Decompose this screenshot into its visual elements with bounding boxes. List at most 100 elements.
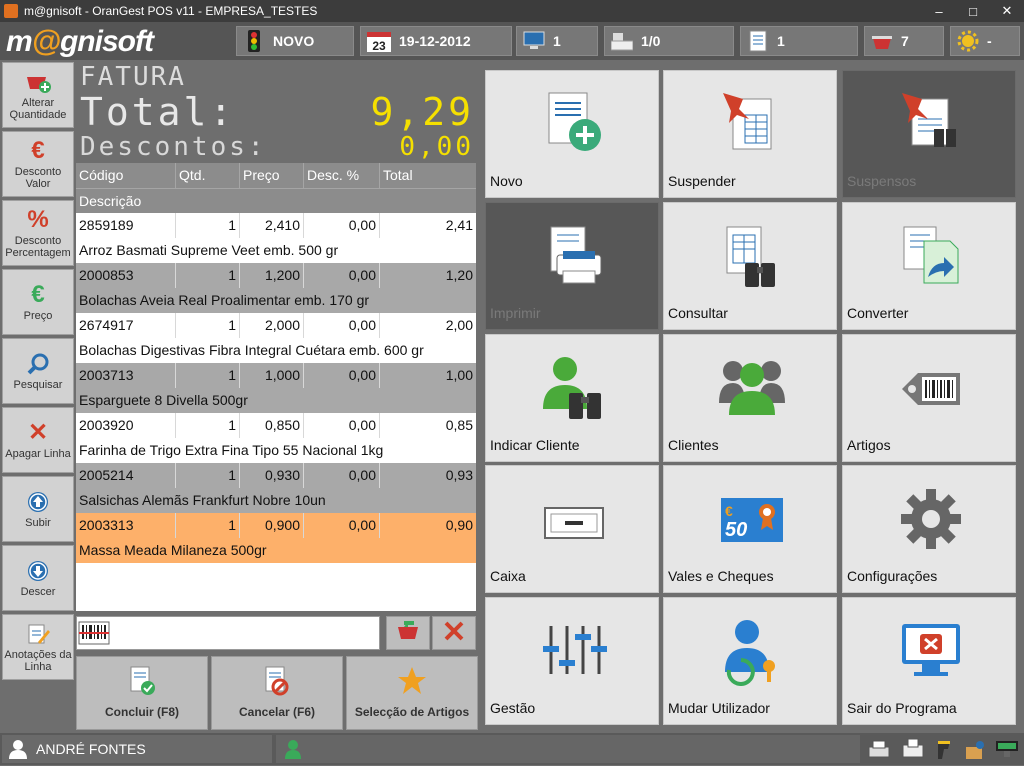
cart-plus-icon xyxy=(24,69,52,95)
table-row[interactable]: 2003920 1 0,850 0,00 0,85 xyxy=(76,413,476,438)
terminal-display[interactable]: 1 xyxy=(516,26,598,56)
date-value: 19-12-2012 xyxy=(399,33,471,49)
current-user[interactable]: ANDRÉ FONTES xyxy=(2,735,272,763)
tile-print[interactable]: Imprimir xyxy=(485,202,659,330)
date-display[interactable]: 23 19-12-2012 xyxy=(360,26,512,56)
barcode-tag-icon xyxy=(898,353,964,423)
tile-change-user[interactable]: Mudar Utilizador xyxy=(663,597,837,725)
display-device-icon[interactable] xyxy=(994,737,1020,761)
delete-icon: ✕ xyxy=(27,419,49,446)
cell-discount: 0,00 xyxy=(304,513,380,538)
discount-percent-button[interactable]: % Desconto Percentagem xyxy=(2,200,74,266)
clear-input-button[interactable] xyxy=(432,616,476,650)
row-description-selected[interactable]: Massa Meada Milaneza 500gr xyxy=(76,538,476,563)
cell-qty: 1 xyxy=(176,313,240,338)
cell-price: 1,000 xyxy=(240,363,304,388)
tile-label: Consultar xyxy=(668,305,728,321)
tile-suspended[interactable]: Suspensos xyxy=(842,70,1016,198)
suspend-pin-icon xyxy=(719,89,785,159)
document-state[interactable]: NOVO xyxy=(236,26,354,56)
cell-discount: 0,00 xyxy=(304,263,380,288)
cell-discount: 0,00 xyxy=(304,313,380,338)
tile-label: Suspensos xyxy=(847,173,917,189)
row-description[interactable]: Arroz Basmati Supreme Veet emb. 500 gr xyxy=(76,238,476,263)
maximize-button[interactable]: □ xyxy=(956,0,990,22)
cell-total: 0,85 xyxy=(445,417,473,433)
cell-code: 2859189 xyxy=(76,213,176,238)
tile-articles[interactable]: Artigos xyxy=(842,334,1016,462)
header-discount[interactable]: Desc. % xyxy=(304,163,380,188)
calendar-icon: 23 xyxy=(367,30,391,52)
tile-cash[interactable]: Caixa xyxy=(485,465,659,593)
item-selection-button[interactable]: Selecção de Artigos xyxy=(346,656,478,730)
receipt-printer-icon[interactable] xyxy=(900,737,926,761)
header-qty[interactable]: Qtd. xyxy=(176,163,240,188)
cell-total: 0,90 xyxy=(445,517,473,533)
tile-settings[interactable]: Configurações xyxy=(842,465,1016,593)
table-row[interactable]: 2005214 1 0,930 0,00 0,93 xyxy=(76,463,476,488)
total-label: Total: xyxy=(80,90,236,134)
search-button[interactable]: Pesquisar xyxy=(2,338,74,404)
delete-line-button[interactable]: ✕ Apagar Linha xyxy=(2,407,74,473)
move-up-button[interactable]: Subir xyxy=(2,476,74,542)
indicate-client-icon xyxy=(541,353,607,423)
tile-vouchers[interactable]: €50 Vales e Cheques xyxy=(663,465,837,593)
row-description[interactable]: Farinha de Trigo Extra Fina Tipo 55 Naci… xyxy=(76,438,476,463)
row-description[interactable]: Esparguete 8 Divella 500gr xyxy=(76,388,476,413)
box-user-icon[interactable] xyxy=(962,737,988,761)
row-description[interactable]: Salsichas Alemãs Frankfurt Nobre 10un xyxy=(76,488,476,513)
row-description[interactable]: Bolachas Digestivas Fibra Integral Cuéta… xyxy=(76,338,476,363)
row-description[interactable]: Bolachas Aveia Real Proalimentar emb. 17… xyxy=(76,288,476,313)
tile-suspend[interactable]: Suspender xyxy=(663,70,837,198)
table-row[interactable]: 2859189 1 2,410 0,00 2,41 xyxy=(76,213,476,238)
scanner-icon[interactable] xyxy=(932,737,958,761)
discount-value: 0,00 xyxy=(399,132,474,162)
minimize-button[interactable]: – xyxy=(922,0,956,22)
table-row[interactable]: 2674917 1 2,000 0,00 2,00 xyxy=(76,313,476,338)
cell-qty: 1 xyxy=(176,363,240,388)
cell-total: 2,41 xyxy=(445,217,473,233)
cash-drawer-icon xyxy=(611,30,633,52)
settings-status[interactable]: - xyxy=(950,26,1020,56)
monitor-icon xyxy=(523,30,545,52)
table-row[interactable]: 2003713 1 1,000 0,00 1,00 xyxy=(76,363,476,388)
tile-management[interactable]: Gestão xyxy=(485,597,659,725)
drawer-display[interactable]: 1/0 xyxy=(604,26,734,56)
document-count[interactable]: 1 xyxy=(740,26,858,56)
sun-gear-icon xyxy=(957,30,979,52)
cell-discount: 0,00 xyxy=(304,413,380,438)
cart-count[interactable]: 7 xyxy=(864,26,944,56)
move-down-button[interactable]: Descer xyxy=(2,545,74,611)
add-to-cart-button[interactable] xyxy=(386,616,430,650)
consult-binoculars-icon xyxy=(719,221,785,291)
svg-text:€: € xyxy=(725,503,733,519)
cancel-button[interactable]: Cancelar (F6) xyxy=(211,656,343,730)
close-button[interactable]: ✕ xyxy=(990,0,1024,22)
table-row[interactable]: 2000853 1 1,200 0,00 1,20 xyxy=(76,263,476,288)
tile-consult[interactable]: Consultar xyxy=(663,202,837,330)
tile-label: Vales e Cheques xyxy=(668,568,774,584)
doc-count-value: 1 xyxy=(777,33,785,49)
line-notes-button[interactable]: Anotações da Linha xyxy=(2,614,74,680)
tile-convert[interactable]: Converter xyxy=(842,202,1016,330)
conclude-button[interactable]: Concluir (F8) xyxy=(76,656,208,730)
discount-value-button[interactable]: € Desconto Valor xyxy=(2,131,74,197)
header-code[interactable]: Código xyxy=(76,163,176,188)
tile-new[interactable]: Novo xyxy=(485,70,659,198)
cell-price: 0,930 xyxy=(240,463,304,488)
tile-indicate-client[interactable]: Indicar Cliente xyxy=(485,334,659,462)
price-button[interactable]: € Preço xyxy=(2,269,74,335)
table-row-selected[interactable]: 2003313 1 0,900 0,00 0,90 xyxy=(76,513,476,538)
grid-header: Código Qtd. Preço Desc. % Total xyxy=(76,163,476,188)
header-price[interactable]: Preço xyxy=(240,163,304,188)
svg-text:50: 50 xyxy=(725,519,747,541)
alter-quantity-button[interactable]: Alterar Quantidade xyxy=(2,62,74,128)
barcode-input[interactable] xyxy=(76,616,380,650)
tile-exit[interactable]: Sair do Programa xyxy=(842,597,1016,725)
tile-label: Artigos xyxy=(847,437,891,453)
items-grid[interactable]: Código Qtd. Preço Desc. % Total Descriçã… xyxy=(76,163,476,611)
header-total[interactable]: Total xyxy=(380,163,476,188)
header-description[interactable]: Descrição xyxy=(76,188,476,213)
printer-icon[interactable] xyxy=(866,737,892,761)
tile-clients[interactable]: Clientes xyxy=(663,334,837,462)
